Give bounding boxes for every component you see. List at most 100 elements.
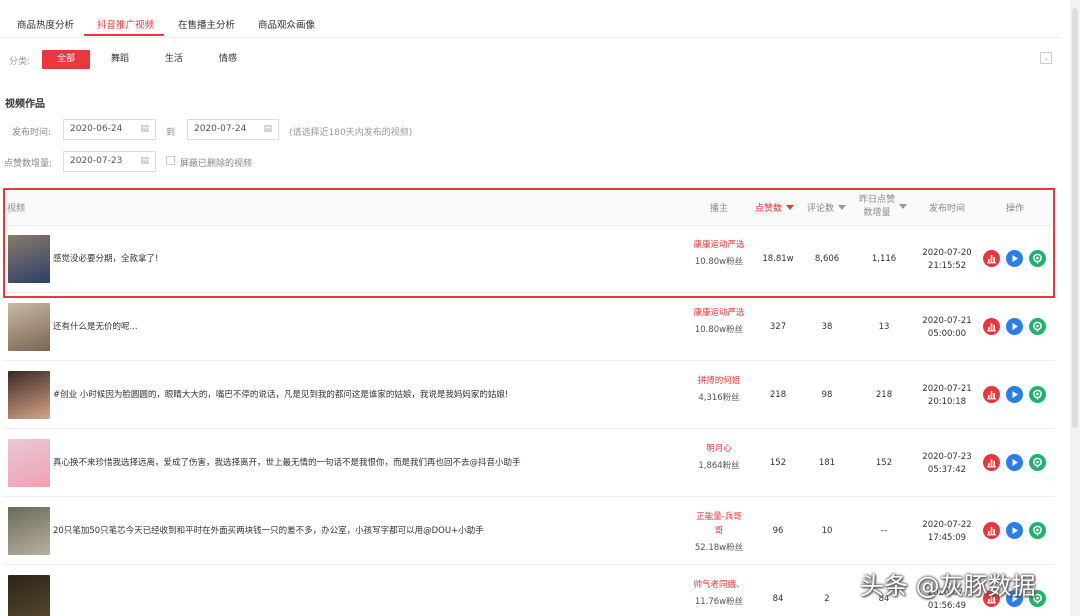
anchor-info: 帅气老同娥、 11.76w粉丝 [693, 578, 745, 609]
scrollbar[interactable] [1070, 0, 1080, 616]
category-life-button[interactable]: 生活 [152, 50, 196, 69]
comments-count: 8,606 [814, 254, 840, 264]
hide-deleted-checkbox[interactable] [166, 156, 175, 165]
analysis-icon[interactable] [983, 454, 1000, 471]
play-icon[interactable] [1006, 522, 1023, 539]
likes-count: 327 [769, 322, 787, 332]
anchor-name[interactable]: 明月心 [693, 442, 745, 456]
comments-count: 2 [824, 594, 830, 604]
publish-time-label: 发布时间: [12, 128, 52, 138]
end-date-value: 2020-07-24 [194, 124, 247, 134]
header-likes-yesterday-line2: 数增量 [863, 208, 891, 218]
video-title[interactable]: 感觉没必要分期，全款拿了! [53, 226, 158, 293]
analysis-icon[interactable] [983, 318, 1000, 335]
analysis-icon[interactable] [983, 250, 1000, 267]
video-thumbnail[interactable] [8, 371, 50, 419]
anchor-name[interactable]: 康康运动严选 [693, 306, 745, 320]
category-emotion-button[interactable]: 情感 [206, 50, 250, 69]
play-icon[interactable] [1006, 454, 1023, 471]
anchor-info: 明月心 1,864粉丝 [693, 442, 745, 473]
link-icon[interactable] [1029, 318, 1046, 335]
video-thumbnail[interactable] [8, 235, 50, 283]
header-likes-yesterday[interactable]: 昨日点赞 数增量 [859, 194, 908, 220]
anchor-info: 正能量-兵哥哥 52.18w粉丝 [693, 510, 745, 555]
category-label: 分类: [9, 57, 31, 67]
header-likes-yesterday-line1: 昨日点赞 [859, 195, 896, 205]
sort-desc-icon [786, 205, 795, 210]
table-row: 还有什么是无价的呢... 康康运动严选 10.80w粉丝 327 38 13 2020-07… [3, 294, 1055, 361]
header-publish-time: 发布时间 [929, 204, 966, 214]
video-title[interactable]: 20只笔加50只笔芯今天已经收到和平时在外面买两块钱一只的差不多，办公室，小孩写… [53, 498, 484, 565]
table-row: 感觉没必要分期，全款拿了! 康康运动严选 10.80w粉丝 18.81w 8,606 1,… [3, 226, 1055, 293]
video-thumbnail[interactable] [8, 303, 50, 351]
anchor-name[interactable]: 拼搏的何姐 [693, 374, 745, 388]
category-all-button[interactable]: 全部 [42, 50, 90, 69]
analysis-icon[interactable] [983, 522, 1000, 539]
category-dance-button[interactable]: 舞蹈 [98, 50, 142, 69]
watermark: 头条 @灰豚数据 [860, 572, 1036, 600]
anchor-name[interactable]: 正能量-兵哥哥 [693, 510, 745, 538]
calendar-icon: ▤ [140, 156, 149, 166]
start-date-value: 2020-06-24 [70, 124, 123, 134]
anchor-name[interactable]: 帅气老同娥、 [693, 578, 745, 592]
header-likes-label: 点赞数 [755, 204, 783, 214]
video-title[interactable]: #创业 小时候因为脸圆圆的，眼睛大大的，嘴巴不停的说话，凡是见到我的都问这是谁家… [53, 362, 508, 429]
tab-audience-profile[interactable]: 商品观众画像 [258, 17, 315, 31]
tab-product-heat[interactable]: 商品热度分析 [17, 17, 74, 31]
play-icon[interactable] [1006, 386, 1023, 403]
likes-count: 84 [772, 594, 784, 604]
to-label: 到 [166, 128, 176, 138]
video-thumbnail[interactable] [8, 507, 50, 555]
header-anchor: 播主 [710, 204, 729, 214]
publish-date: 2020-07-20 [922, 248, 972, 258]
comments-count: 181 [818, 458, 836, 468]
calendar-icon: ▤ [263, 124, 272, 134]
hide-deleted-label: 屏蔽已删除的视频 [180, 159, 253, 169]
video-title[interactable]: 还有什么是无价的呢... [53, 294, 138, 361]
scrollbar-thumb[interactable] [1072, 8, 1078, 428]
table-row: 20只笔加50只笔芯今天已经收到和平时在外面买两块钱一只的差不多，办公室，小孩写… [3, 498, 1055, 565]
row-actions [983, 522, 1053, 540]
header-comments-label: 评论数 [807, 204, 835, 214]
publish-date: 2020-07-21 [922, 316, 972, 326]
publish-date: 2020-07-21 [922, 384, 972, 394]
video-thumbnail[interactable] [8, 439, 50, 487]
header-actions: 操作 [1006, 204, 1025, 214]
comments-count: 98 [821, 390, 833, 400]
play-icon[interactable] [1006, 250, 1023, 267]
likes-count: 152 [769, 458, 787, 468]
row-actions [983, 318, 1053, 336]
link-icon[interactable] [1029, 386, 1046, 403]
publish-date: 2020-07-22 [922, 520, 972, 530]
tab-anchor-analysis[interactable]: 在售播主分析 [178, 17, 235, 31]
play-icon[interactable] [1006, 318, 1023, 335]
chevron-down-icon[interactable]: ⌄ [1040, 52, 1052, 64]
date-range-hint: (请选择近180天内发布的视频) [289, 128, 413, 138]
start-date-input[interactable]: 2020-06-24 ▤ [63, 119, 156, 140]
likes-count: 96 [772, 526, 784, 536]
anchor-name[interactable]: 康康运动严选 [693, 238, 745, 252]
link-icon[interactable] [1029, 250, 1046, 267]
likes-yesterday-count: 218 [875, 390, 893, 400]
anchor-fans: 11.76w粉丝 [694, 597, 744, 607]
end-date-input[interactable]: 2020-07-24 ▤ [187, 119, 279, 140]
analysis-icon[interactable] [983, 386, 1000, 403]
anchor-fans: 52.18w粉丝 [694, 543, 744, 553]
video-title[interactable]: 真心换不来珍惜我选择远离，爱成了伤害，我选择离开，世上最无情的一句话不是我恨你，… [53, 430, 521, 497]
likes-growth-date-input[interactable]: 2020-07-23 ▤ [63, 151, 156, 172]
likes-yesterday-count: -- [880, 526, 888, 536]
link-icon[interactable] [1029, 522, 1046, 539]
anchor-fans: 4,316粉丝 [698, 393, 740, 403]
anchor-info: 康康运动严选 10.80w粉丝 [693, 306, 745, 337]
video-thumbnail[interactable] [8, 575, 50, 616]
tab-douyin-videos[interactable]: 抖音推广视频 [97, 17, 154, 31]
header-video: 视频 [7, 204, 26, 214]
header-likes[interactable]: 点赞数 [755, 201, 795, 214]
publish-time: 2020-07-21 20:10:18 [917, 383, 977, 409]
anchor-info: 拼搏的何姐 4,316粉丝 [693, 374, 745, 405]
row-actions [983, 454, 1053, 472]
publish-clock: 05:00:00 [927, 329, 967, 339]
publish-clock: 21:15:52 [927, 261, 967, 271]
header-comments[interactable]: 评论数 [807, 201, 847, 214]
link-icon[interactable] [1029, 454, 1046, 471]
